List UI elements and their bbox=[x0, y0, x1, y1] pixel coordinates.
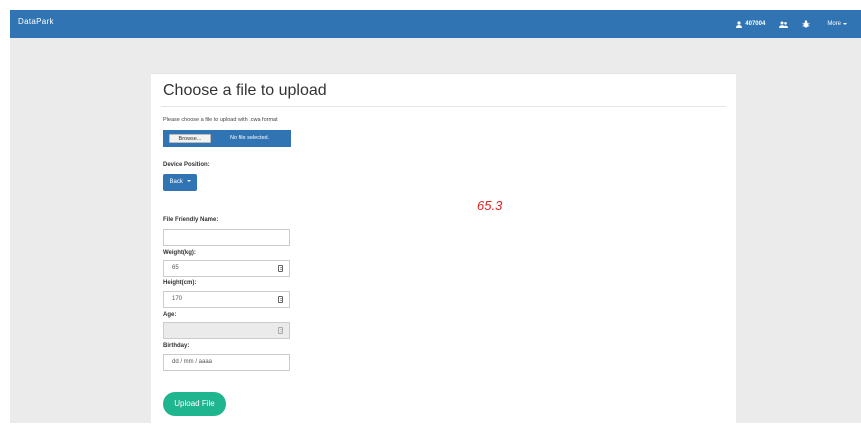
brand-logo[interactable]: DataPark bbox=[18, 17, 54, 26]
birthday-label: Birthday: bbox=[163, 343, 190, 349]
weight-stepper[interactable] bbox=[278, 265, 283, 272]
title-divider bbox=[161, 106, 726, 107]
user-menu[interactable]: 407004 bbox=[736, 20, 766, 28]
file-input[interactable]: Browse... No file selected. bbox=[163, 130, 291, 147]
device-position-label: Device Position: bbox=[163, 162, 210, 168]
birthday-input[interactable]: dd / mm / aaaa bbox=[163, 354, 290, 371]
height-stepper[interactable] bbox=[278, 296, 283, 303]
height-input[interactable]: 170 bbox=[163, 291, 290, 308]
user-icon bbox=[736, 20, 743, 28]
users-icon bbox=[779, 21, 789, 28]
device-position-dropdown[interactable]: Back bbox=[163, 174, 197, 191]
age-label: Age: bbox=[163, 312, 177, 318]
bug-button[interactable] bbox=[802, 20, 810, 28]
arrow-up-icon bbox=[279, 298, 282, 299]
age-input bbox=[163, 322, 290, 339]
file-status: No file selected. bbox=[230, 135, 270, 141]
weight-value: 65 bbox=[172, 265, 179, 271]
navbar-right: 407004 More bbox=[736, 10, 861, 38]
chevron-down-icon bbox=[186, 180, 191, 183]
navbar: DataPark 407004 More bbox=[10, 10, 861, 38]
bug-icon bbox=[802, 20, 810, 28]
friendly-name-label: File Friendly Name: bbox=[163, 217, 219, 223]
arrow-down-icon bbox=[279, 269, 282, 270]
more-label: More bbox=[827, 21, 841, 27]
height-value: 170 bbox=[172, 296, 183, 302]
age-stepper bbox=[278, 327, 283, 334]
browse-button[interactable]: Browse... bbox=[169, 134, 211, 143]
page-title: Choose a file to upload bbox=[163, 82, 327, 99]
upload-hint: Please choose a file to upload with .cwa… bbox=[163, 117, 278, 123]
user-id-label: 407004 bbox=[745, 21, 766, 27]
arrow-down-icon bbox=[279, 331, 282, 332]
more-menu[interactable]: More bbox=[824, 21, 847, 27]
weight-label: Weight(kg): bbox=[163, 250, 196, 256]
arrow-up-icon bbox=[279, 267, 282, 268]
top-strip bbox=[0, 0, 861, 10]
annotation-value: 65.3 bbox=[477, 198, 503, 213]
weight-input[interactable]: 65 bbox=[163, 260, 290, 277]
users-button[interactable] bbox=[779, 21, 789, 28]
height-label: Height(cm): bbox=[163, 280, 197, 286]
upload-file-button[interactable]: Upload File bbox=[163, 392, 226, 416]
arrow-up-icon bbox=[279, 329, 282, 330]
upload-panel: Choose a file to upload Please choose a … bbox=[151, 73, 736, 424]
friendly-name-input[interactable] bbox=[163, 229, 290, 246]
device-position-value: Back bbox=[169, 179, 183, 185]
chevron-down-icon bbox=[843, 23, 847, 25]
arrow-down-icon bbox=[279, 300, 282, 301]
